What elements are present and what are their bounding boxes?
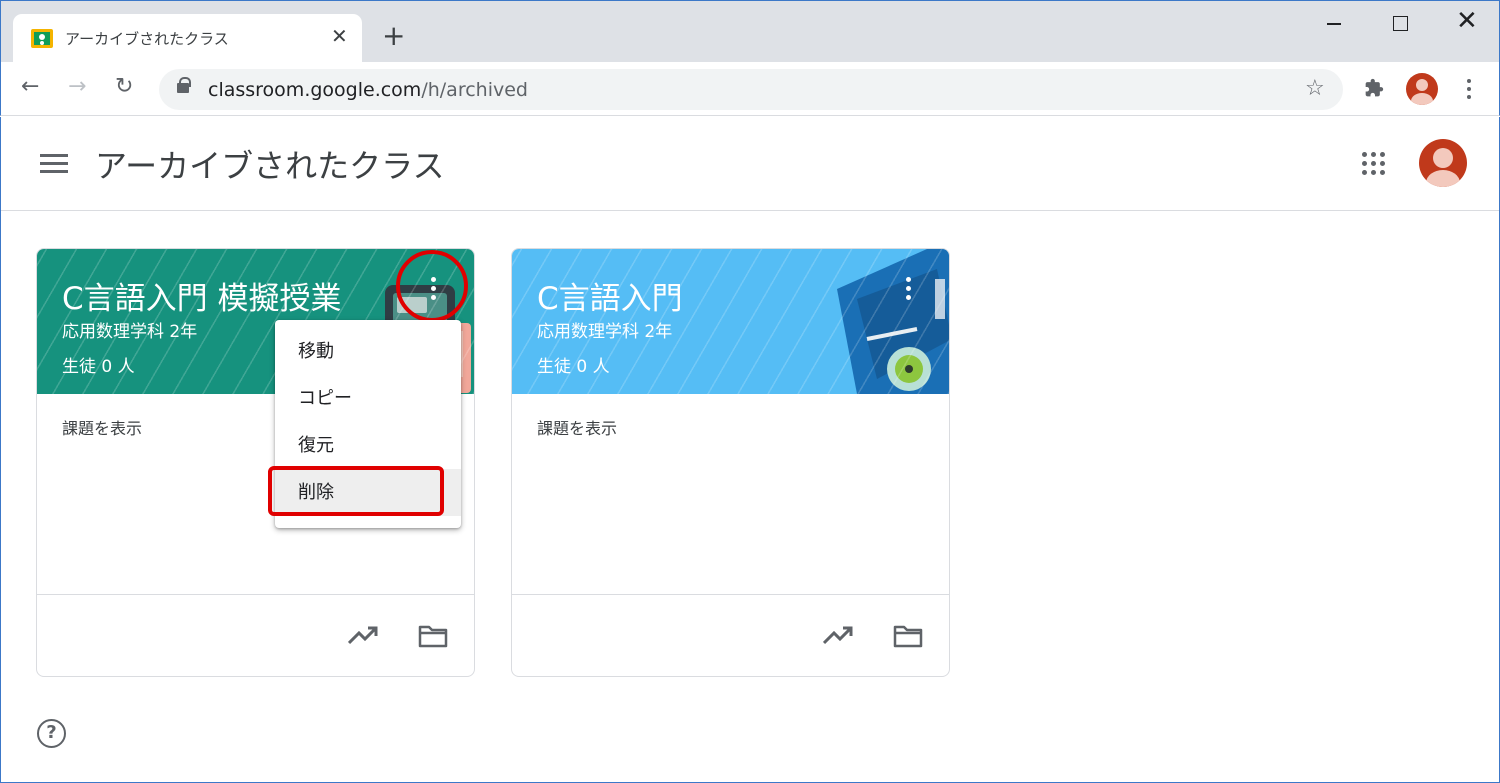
hamburger-menu-icon[interactable] [40,154,68,174]
tab-close-icon[interactable]: ✕ [331,26,348,46]
annotation-circle [396,250,468,322]
class-section: 応用数理学科 2年 [62,322,198,342]
window-maximize-icon[interactable] [1393,16,1408,31]
more-options-icon[interactable] [906,277,912,303]
window-minimize-icon[interactable] [1327,23,1341,25]
class-section: 応用数理学科 2年 [537,322,673,342]
tab-title: アーカイブされたクラス [65,30,229,48]
annotation-highlight-box [268,466,444,516]
menu-item-copy[interactable]: コピー [275,375,461,422]
view-work-link[interactable]: 課題を表示 [62,415,142,439]
menu-item-move[interactable]: 移動 [275,328,461,375]
classroom-page: アーカイブされたクラス C言語入門 模擬授業 応用数理学科 2年 生徒 0 人 [0,117,1500,783]
new-tab-button[interactable]: + [382,22,405,50]
class-card-footer [512,594,949,676]
class-card-footer [37,594,474,676]
class-title[interactable]: C言語入門 模擬授業 [62,273,342,318]
forward-arrow-icon[interactable]: → [68,76,86,98]
lock-icon[interactable] [177,77,191,93]
url-text[interactable]: classroom.google.com/h/archived [208,79,528,101]
google-apps-icon[interactable] [1362,152,1386,176]
class-title[interactable]: C言語入門 [537,273,683,318]
student-count: 生徒 0 人 [537,357,610,377]
classroom-favicon-icon [31,29,53,48]
browser-toolbar: ← → ↻ classroom.google.com/h/archived ☆ [0,62,1500,116]
view-work-link[interactable]: 課題を表示 [537,415,617,439]
browser-menu-icon[interactable] [1467,79,1471,99]
class-card: C言語入門 応用数理学科 2年 生徒 0 人 課題を表示 [511,248,950,677]
account-avatar[interactable] [1419,139,1467,187]
trending-up-icon[interactable] [348,625,378,645]
browser-tab-strip: アーカイブされたクラス ✕ + ✕ [0,0,1500,63]
trending-up-icon[interactable] [823,625,853,645]
reload-icon[interactable]: ↻ [115,76,133,98]
app-bar: アーカイブされたクラス [1,117,1499,211]
window-close-icon[interactable]: ✕ [1456,8,1478,34]
page-title: アーカイブされたクラス [95,147,445,185]
bookmark-star-icon[interactable]: ☆ [1305,76,1325,101]
folder-icon[interactable] [418,624,448,648]
menu-item-restore[interactable]: 復元 [275,422,461,469]
address-bar[interactable]: classroom.google.com/h/archived ☆ [159,69,1343,110]
browser-tab[interactable]: アーカイブされたクラス ✕ [13,14,362,63]
url-host: classroom.google.com [208,79,422,101]
extensions-puzzle-icon[interactable] [1364,78,1384,98]
back-arrow-icon[interactable]: ← [21,76,39,98]
student-count: 生徒 0 人 [62,357,135,377]
help-icon[interactable]: ? [37,719,66,748]
folder-icon[interactable] [893,624,923,648]
class-card-header[interactable]: C言語入門 応用数理学科 2年 生徒 0 人 [512,249,949,394]
browser-profile-avatar[interactable] [1406,73,1438,105]
url-path: /h/archived [421,79,528,101]
